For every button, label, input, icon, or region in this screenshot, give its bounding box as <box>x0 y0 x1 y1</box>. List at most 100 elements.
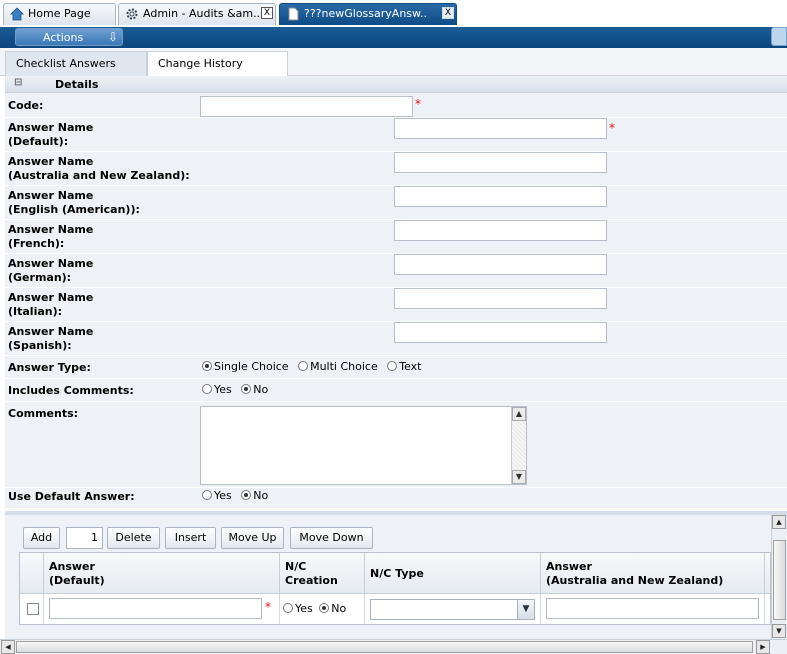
radio-icon[interactable] <box>387 361 398 371</box>
scroll-down-icon[interactable]: ▼ <box>512 470 526 484</box>
comments-scrollbar[interactable]: ▲ ▼ <box>511 407 526 484</box>
collapse-icon[interactable]: ⊟ <box>14 78 24 88</box>
radio-icon[interactable] <box>202 490 212 500</box>
answer-type-label: Answer Type: <box>8 361 91 374</box>
window-tab-strip: Home Page Admin - Audits &am.. X ???newG… <box>0 0 787 27</box>
gear-icon <box>126 8 138 20</box>
home-icon <box>10 7 24 21</box>
answer-name-default-input[interactable] <box>394 118 607 139</box>
tab-home-page[interactable]: Home Page <box>3 3 116 25</box>
select-column-header <box>20 553 44 594</box>
radio-selected-icon[interactable] <box>202 361 212 371</box>
code-input[interactable] <box>200 96 413 117</box>
details-section-header[interactable]: ⊟ Details <box>5 76 787 93</box>
radio-icon[interactable] <box>298 361 309 371</box>
answer-name-spanish-input[interactable] <box>394 322 607 343</box>
code-label: Code: <box>8 99 44 112</box>
radio-selected-icon[interactable] <box>241 384 252 394</box>
nc-creation-no[interactable]: No <box>319 602 346 615</box>
answer-anz-input[interactable] <box>546 598 759 619</box>
column-header-nc-type[interactable]: N/C Type <box>365 553 541 594</box>
answer-name-label: Answer Name (French): <box>8 223 94 250</box>
answer-type-text[interactable]: Text <box>387 360 421 373</box>
tab-checklist-answers[interactable]: Checklist Answers <box>5 51 147 76</box>
row-checkbox[interactable] <box>27 603 39 615</box>
answer-name-row-english: Answer Name (English (American)): <box>5 186 787 220</box>
document-icon <box>288 7 299 21</box>
table-row-select <box>20 594 44 624</box>
use-default-row: Use Default Answer: Yes No <box>5 488 787 508</box>
answer-name-row-anz: Answer Name (Australia and New Zealand): <box>5 152 787 186</box>
actions-label: Actions <box>43 31 84 44</box>
insert-button[interactable]: Insert <box>165 527 216 549</box>
details-form: Code: * Answer Name (Default): * Answer N… <box>5 93 787 508</box>
delete-button[interactable]: Delete <box>107 527 160 549</box>
answer-type-single-choice[interactable]: Single Choice <box>202 360 289 373</box>
answer-name-italian-input[interactable] <box>394 288 607 309</box>
radio-selected-icon[interactable] <box>241 490 252 500</box>
close-icon[interactable]: X <box>442 7 454 19</box>
answer-name-german-input[interactable] <box>394 254 607 275</box>
radio-icon[interactable] <box>202 384 212 394</box>
use-default-yes[interactable]: Yes <box>202 489 232 502</box>
tab-change-history[interactable]: Change History <box>147 51 288 76</box>
close-icon[interactable]: X <box>261 7 273 19</box>
scroll-up-icon[interactable]: ▲ <box>772 515 786 529</box>
column-header-answer-anz[interactable]: Answer (Australia and New Zealand) <box>541 553 765 594</box>
answer-name-label: Answer Name (English (American)): <box>8 189 140 216</box>
tab-label: Home Page <box>28 7 91 20</box>
actions-bar: Actions ⇩ <box>0 27 787 48</box>
answer-anz-cell <box>541 594 765 624</box>
move-down-button[interactable]: Move Down <box>290 527 373 549</box>
vertical-scrollbar[interactable]: ▲ ▼ <box>771 515 787 639</box>
answer-name-label: Answer Name (German): <box>8 257 94 284</box>
down-arrow-icon: ⇩ <box>108 30 119 44</box>
answers-grid: Answer (Default) N/C Creation N/C Type Ans… <box>19 552 771 625</box>
scrollbar-thumb[interactable] <box>16 641 753 653</box>
scroll-left-icon[interactable]: ◀ <box>1 640 15 654</box>
move-up-button[interactable]: Move Up <box>221 527 284 549</box>
add-button[interactable]: Add <box>23 527 60 549</box>
includes-comments-no[interactable]: No <box>241 383 268 396</box>
answer-name-french-input[interactable] <box>394 220 607 241</box>
radio-selected-icon[interactable] <box>319 603 330 613</box>
answer-name-row-spanish: Answer Name (Spanish): <box>5 322 787 356</box>
answer-name-label: Answer Name (Australia and New Zealand): <box>8 155 190 182</box>
comments-textarea[interactable]: ▲ ▼ <box>200 406 527 485</box>
required-marker: * <box>265 600 271 614</box>
includes-comments-row: Includes Comments: Yes No <box>5 379 787 402</box>
horizontal-scrollbar[interactable]: ◀ ▶ <box>0 639 787 654</box>
nc-creation-cell: Yes No <box>280 594 365 624</box>
answer-default-input[interactable] <box>49 598 262 619</box>
tab-admin-audits[interactable]: Admin - Audits &am.. X <box>118 3 276 25</box>
actions-button[interactable]: Actions ⇩ <box>15 28 123 46</box>
required-marker: * <box>609 121 615 135</box>
use-default-no[interactable]: No <box>241 489 268 502</box>
nc-type-cell: ▼ <box>365 594 541 624</box>
nc-creation-yes[interactable]: Yes <box>283 602 313 615</box>
required-marker: * <box>415 97 421 111</box>
tab-label: Admin - Audits &am.. <box>143 7 261 20</box>
scrollbar-thumb[interactable] <box>773 540 786 620</box>
scroll-up-icon[interactable]: ▲ <box>512 407 526 421</box>
answer-type-row: Answer Type: Single Choice Multi Choice … <box>5 356 787 379</box>
radio-icon[interactable] <box>283 603 293 613</box>
scroll-down-icon[interactable]: ▼ <box>772 624 786 638</box>
answer-name-english-input[interactable] <box>394 186 607 207</box>
use-default-label: Use Default Answer: <box>8 490 135 503</box>
nc-type-select[interactable]: ▼ <box>370 599 535 620</box>
tab-new-glossary-answer[interactable]: ???newGlossaryAnsw.. X <box>279 3 457 25</box>
column-header-answer-default[interactable]: Answer (Default) <box>44 553 280 594</box>
add-count-input[interactable]: 1 <box>66 527 103 549</box>
answer-name-row-italian: Answer Name (Italian): <box>5 288 787 322</box>
panel-toggle-icon[interactable] <box>771 27 787 46</box>
scroll-right-icon[interactable]: ▶ <box>756 640 770 654</box>
chevron-down-icon[interactable]: ▼ <box>517 600 534 619</box>
answer-type-multi-choice[interactable]: Multi Choice <box>298 360 378 373</box>
answer-name-anz-input[interactable] <box>394 152 607 173</box>
sub-tab-bar: Checklist Answers Change History <box>0 48 787 76</box>
column-header-nc-creation[interactable]: N/C Creation <box>280 553 365 594</box>
includes-comments-label: Includes Comments: <box>8 384 134 397</box>
includes-comments-yes[interactable]: Yes <box>202 383 232 396</box>
answer-default-cell: * <box>44 594 280 624</box>
